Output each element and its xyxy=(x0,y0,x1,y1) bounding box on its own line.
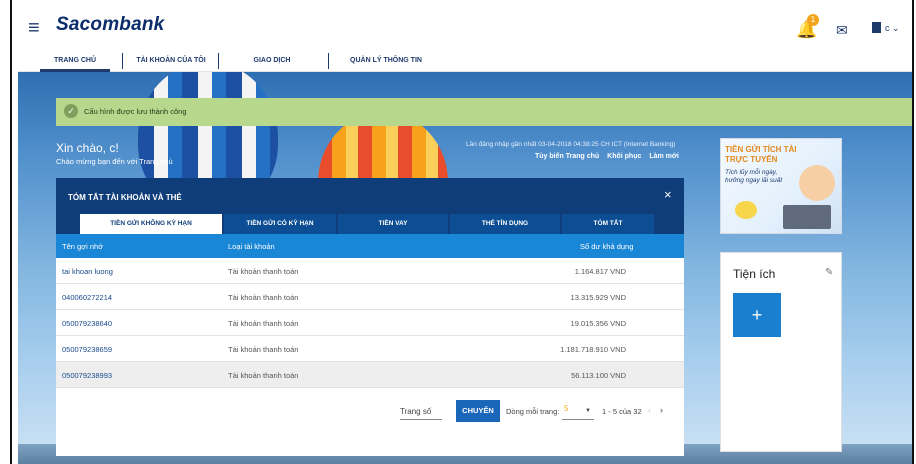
table-row[interactable]: 050079238993 Tài khoản thanh toán 56.113… xyxy=(56,362,684,388)
table-header: Tên gợi nhớ Loại tài khoản Số dư khả dụn… xyxy=(56,234,684,258)
tab-loans[interactable]: TIỀN VAY xyxy=(338,214,448,234)
table-row[interactable]: 040060272214 Tài khoản thanh toán 13.315… xyxy=(56,284,684,310)
column-header-available-balance[interactable]: Số dư khả dụng xyxy=(580,242,633,251)
rows-per-page-label: Dòng mỗi trang: xyxy=(506,407,560,416)
account-nickname[interactable]: 050079238993 xyxy=(62,371,112,380)
mail-icon[interactable]: ✉ xyxy=(836,22,848,39)
page-number-label: Trang số xyxy=(400,407,432,416)
close-icon[interactable]: × xyxy=(664,187,672,202)
main-nav: TRANG CHỦ TÀI KHOẢN CỦA TÔI GIAO DỊCH QU… xyxy=(18,50,912,72)
account-type: Tài khoản thanh toán xyxy=(228,293,299,302)
refresh-link[interactable]: Làm mới xyxy=(649,153,678,160)
frame-left-border xyxy=(10,0,12,464)
nav-divider xyxy=(218,53,219,69)
chevron-left-icon[interactable]: ‹ xyxy=(648,405,651,415)
hamburger-menu-icon[interactable]: ≡ xyxy=(28,18,40,38)
top-header: ≡ Sacombank 🔔 1 ✉ c ⌄ xyxy=(18,8,912,48)
tab-info-management[interactable]: QUẢN LÝ THÔNG TIN xyxy=(340,50,432,72)
promo-title: TIỀN GỬI TÍCH TÀI TRỰC TUYẾN xyxy=(725,145,797,164)
success-banner: ✓ Cấu hình được lưu thành công xyxy=(56,98,912,126)
rows-per-page-underline xyxy=(562,419,594,420)
tab-demand-deposit[interactable]: TIỀN GỬI KHÔNG KỲ HẠN xyxy=(80,214,222,234)
user-initial: c xyxy=(885,23,890,33)
tab-credit-cards[interactable]: THẺ TÍN DỤNG xyxy=(450,214,560,234)
account-type: Tài khoản thanh toán xyxy=(228,371,299,380)
utility-title: Tiện ích xyxy=(733,267,776,281)
panel-header: TÓM TẮT TÀI KHOẢN VÀ THẺ × TIỀN GỬI KHÔN… xyxy=(56,178,684,234)
greeting-subtitle: Chào mừng bạn đến với Trang chủ xyxy=(56,157,173,166)
user-menu[interactable]: c ⌄ xyxy=(885,23,900,34)
caret-down-icon[interactable]: ▼ xyxy=(585,408,591,414)
account-nickname[interactable]: 040060272214 xyxy=(62,293,112,302)
frame-right-border xyxy=(912,0,914,464)
account-balance: 56.113.100 VND xyxy=(571,371,626,380)
rows-per-page-select[interactable]: 5 xyxy=(564,404,568,413)
table-row[interactable]: 050079238640 Tài khoản thanh toán 19.015… xyxy=(56,310,684,336)
check-circle-icon: ✓ xyxy=(64,104,78,118)
tab-transactions[interactable]: GIAO DỊCH xyxy=(238,50,306,72)
child-image xyxy=(799,165,835,201)
notification-badge: 1 xyxy=(807,14,819,26)
promo-banner[interactable]: TIỀN GỬI TÍCH TÀI TRỰC TUYẾN Tích lũy mỗ… xyxy=(720,138,842,234)
add-utility-button[interactable]: + xyxy=(733,293,781,337)
account-type: Tài khoản thanh toán xyxy=(228,319,299,328)
nav-divider xyxy=(122,53,123,69)
utility-panel: Tiện ích ✎ + xyxy=(720,252,842,452)
greeting-title: Xin chào, c! xyxy=(56,141,119,155)
user-icon[interactable] xyxy=(872,22,881,33)
account-balance: 1.164.817 VND xyxy=(574,267,626,276)
chevron-right-icon[interactable]: › xyxy=(660,405,663,415)
account-summary-panel: TÓM TẮT TÀI KHOẢN VÀ THẺ × TIỀN GỬI KHÔN… xyxy=(56,178,684,456)
promo-subtitle: Tích lũy mỗi ngày, hưởng ngay lãi suất xyxy=(725,169,783,184)
nav-divider xyxy=(328,53,329,69)
quick-links: Tùy biến Trang chủ Khôi phục Làm mới xyxy=(529,153,679,160)
chevron-down-icon: ⌄ xyxy=(892,23,900,33)
tab-my-accounts[interactable]: TÀI KHOẢN CỦA TÔI xyxy=(126,50,216,72)
account-balance: 13.315.929 VND xyxy=(570,293,626,302)
account-balance: 1.181.718.910 VND xyxy=(560,345,626,354)
account-nickname[interactable]: 050079238659 xyxy=(62,345,112,354)
customize-home-link[interactable]: Tùy biến Trang chủ xyxy=(535,153,599,160)
brand-logo[interactable]: Sacombank xyxy=(56,14,164,36)
tab-term-deposit[interactable]: TIỀN GỬI CÓ KỲ HẠN xyxy=(224,214,336,234)
account-type: Tài khoản thanh toán xyxy=(228,267,299,276)
tab-overview[interactable]: TÓM TẮT xyxy=(562,214,654,234)
account-type: Tài khoản thanh toán xyxy=(228,345,299,354)
pencil-icon[interactable]: ✎ xyxy=(825,267,833,278)
page-range: 1 - 5 của 32 xyxy=(602,407,642,416)
last-login-info: Lần đăng nhập gần nhất 03-04-2018 04:38:… xyxy=(466,141,676,148)
column-header-nickname[interactable]: Tên gợi nhớ xyxy=(62,242,103,251)
go-button[interactable]: CHUYỂN xyxy=(456,400,500,422)
column-header-account-type[interactable]: Loại tài khoản xyxy=(228,242,275,251)
account-balance: 19.015.356 VND xyxy=(570,319,626,328)
restore-link[interactable]: Khôi phục xyxy=(607,153,641,160)
account-nickname[interactable]: 050079238640 xyxy=(62,319,112,328)
table-row[interactable]: tai khoan luong Tài khoản thanh toán 1.1… xyxy=(56,258,684,284)
success-message: Cấu hình được lưu thành công xyxy=(84,107,187,116)
page-number-input[interactable] xyxy=(400,419,442,420)
panel-title: TÓM TẮT TÀI KHOẢN VÀ THẺ xyxy=(68,193,182,202)
table-row[interactable]: 050079238659 Tài khoản thanh toán 1.181.… xyxy=(56,336,684,362)
piggy-bank-icon xyxy=(735,201,757,219)
account-nickname[interactable]: tai khoan luong xyxy=(62,267,113,276)
laptop-image xyxy=(783,205,831,229)
